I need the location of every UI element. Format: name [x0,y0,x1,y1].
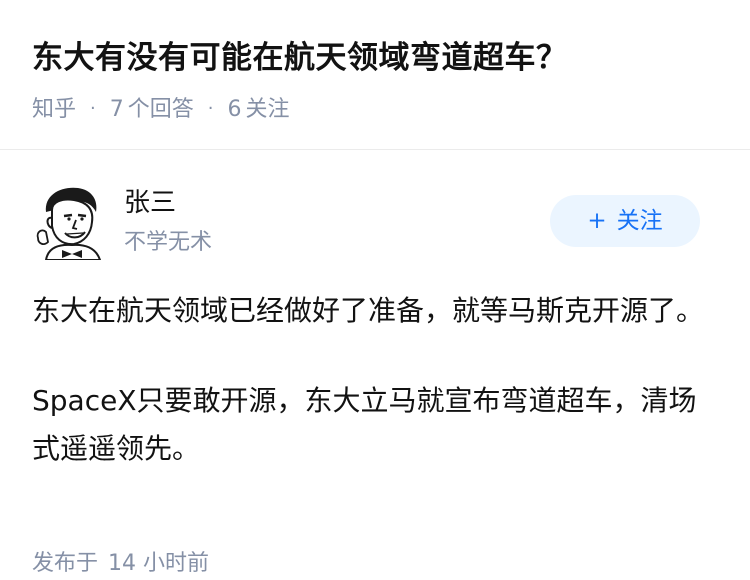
follower-count-label[interactable]: 关注 [246,97,290,122]
answer-content: 东大在航天领域已经做好了准备，就等马斯克开源了。 SpaceX只要敢开源，东大立… [32,287,718,473]
separator-dot: · [90,98,96,119]
question-header: 东大有没有可能在航天领域弯道超车？ 知乎 · 7 个回答 · 6 关注 [0,0,750,150]
meme-man-avatar-icon[interactable] [32,182,110,260]
follow-button-label: 关注 [616,208,663,234]
answer-author: 张三 不学无术 + 关注 [32,180,718,262]
publish-timestamp: 14 小时前 [108,551,210,576]
plus-icon: + [587,208,607,234]
answer-count: 7 [109,97,124,122]
answer-paragraph: 东大在航天领域已经做好了准备，就等马斯克开源了。 [32,294,705,327]
separator-dot: · [207,98,214,119]
answer-count-label[interactable]: 个回答 [128,97,194,122]
question-source[interactable]: 知乎 [32,97,76,122]
answer-paragraph: SpaceX只要敢开源，东大立马就宣布弯道超车，清场式遥遥领先。 [32,384,697,465]
question-meta: 知乎 · 7 个回答 · 6 关注 [32,93,290,126]
author-bio: 不学无术 [124,230,213,255]
follow-button[interactable]: + 关注 [550,195,700,247]
author-name[interactable]: 张三 [124,185,176,221]
follower-count: 6 [227,97,242,122]
question-title[interactable]: 东大有没有可能在航天领域弯道超车？ [32,36,568,80]
publish-label: 发布于 [32,551,99,576]
publish-time[interactable]: 发布于 14 小时前 [32,548,209,580]
